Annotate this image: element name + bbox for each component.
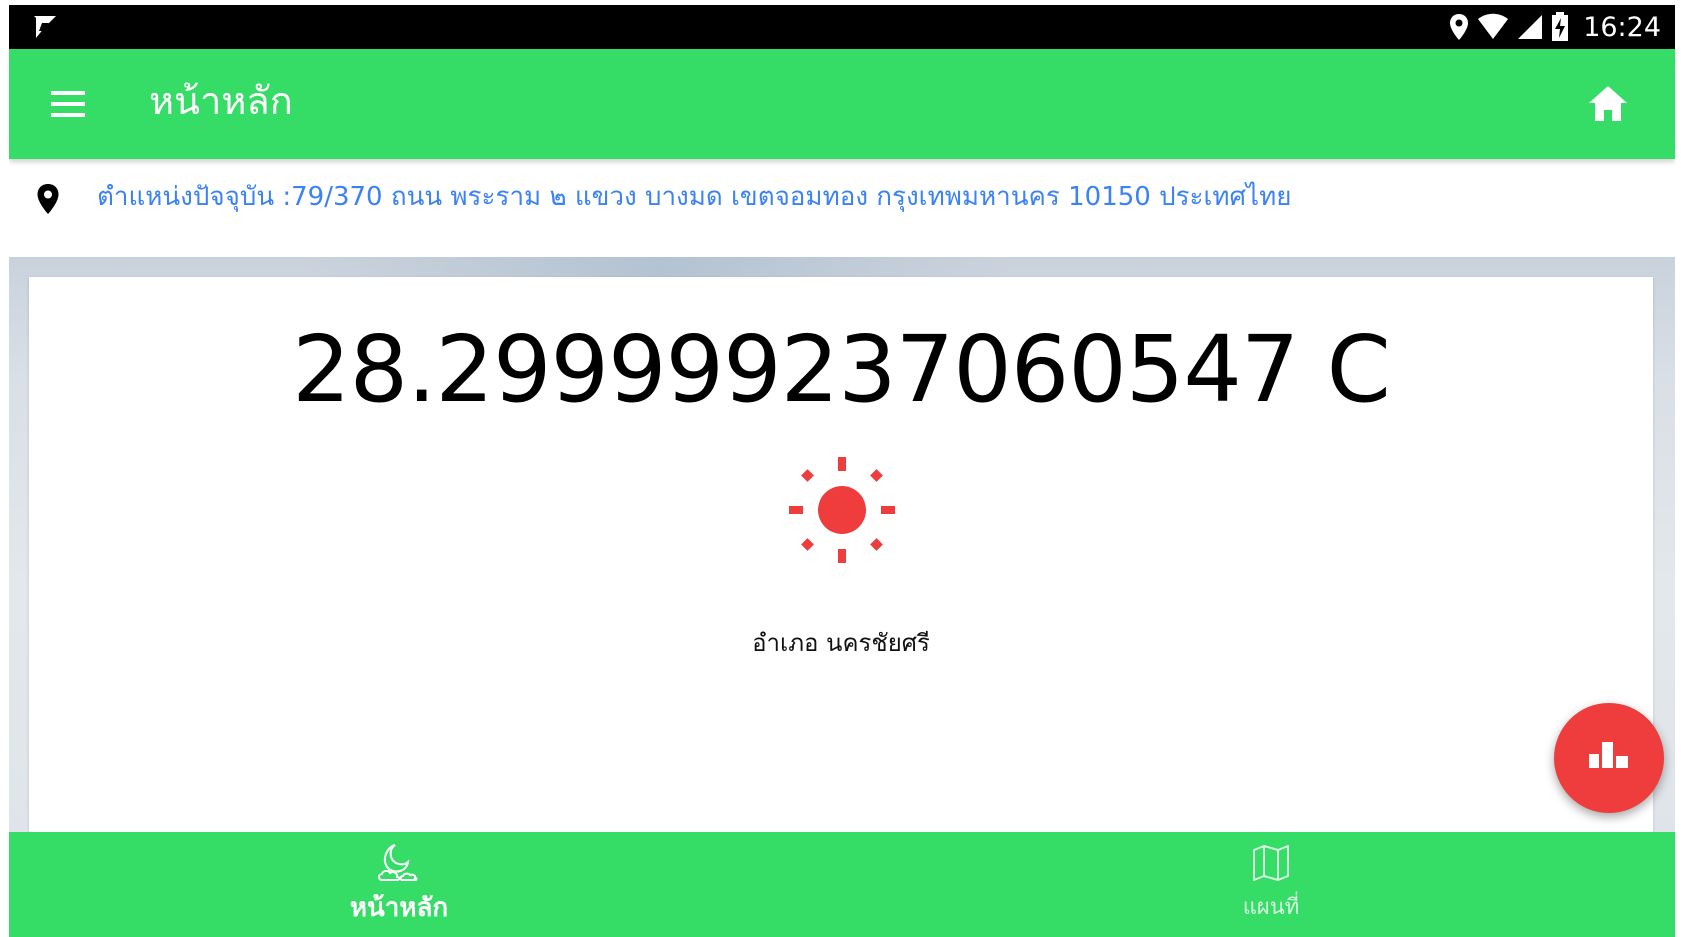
page-title: หน้าหลัก <box>149 79 293 123</box>
temperature-value: 28.299999237060547 C <box>292 316 1391 423</box>
notification-icon <box>34 16 56 39</box>
wifi-icon <box>1478 13 1509 39</box>
status-icons: 16:24 <box>1449 5 1661 49</box>
map-icon <box>1253 845 1289 881</box>
bar-chart-icon <box>1589 742 1628 768</box>
status-clock: 16:24 <box>1583 11 1661 43</box>
sun-icon <box>789 457 895 563</box>
map-pin-icon <box>37 184 59 214</box>
current-location-text[interactable]: ตำแหน่งปัจจุบัน :79/370 ถนน พระราม ๒ แขว… <box>97 175 1292 219</box>
district-name: อำเภอ นครชัยศรี <box>752 629 930 657</box>
nav-item-map-label: แผนที่ <box>1242 895 1300 920</box>
hamburger-menu-icon[interactable] <box>47 84 91 124</box>
location-icon <box>1450 14 1469 40</box>
weather-card: 28.299999237060547 C อำเภอ นครชัยศรี <box>29 277 1653 877</box>
nav-item-home[interactable]: หน้าหลัก <box>249 832 549 937</box>
chart-fab-button[interactable] <box>1554 703 1664 813</box>
signal-icon <box>1518 15 1543 39</box>
battery-charging-icon <box>1552 12 1569 41</box>
home-icon[interactable] <box>1585 81 1631 127</box>
nav-item-home-label: หน้าหลัก <box>349 893 449 923</box>
app-bar: หน้าหลัก <box>9 49 1675 159</box>
weather-moon-cloud-icon <box>378 844 418 881</box>
bottom-navigation: หน้าหลัก แผนที่ <box>9 832 1675 937</box>
app-screen: 16:24 หน้าหลัก ตำแหน่งปัจจุบัน :79/370 ถ… <box>9 5 1675 937</box>
current-location-bar: ตำแหน่งปัจจุบัน :79/370 ถนน พระราม ๒ แขว… <box>9 159 1675 258</box>
nav-item-map[interactable]: แผนที่ <box>1121 832 1421 937</box>
status-bar: 16:24 <box>9 5 1675 49</box>
